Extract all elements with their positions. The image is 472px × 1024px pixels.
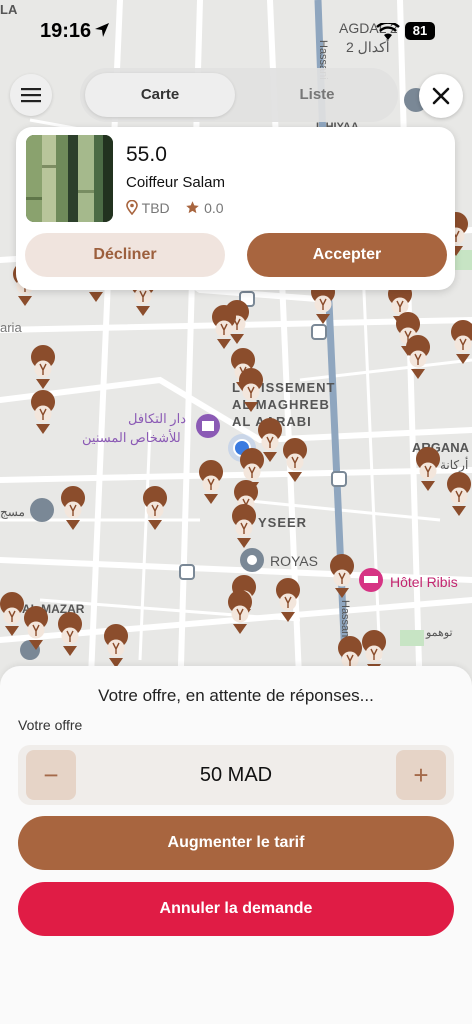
hamburger-icon	[21, 88, 41, 103]
battery-indicator: 81	[405, 22, 435, 40]
svg-text:للأشخاص المسنين: للأشخاص المسنين	[82, 429, 181, 446]
offer-price: 55.0	[126, 143, 167, 166]
salon-location: TBD	[141, 200, 170, 216]
location-pin-icon	[126, 199, 138, 216]
svg-text:Hassan: Hassan	[339, 600, 351, 637]
svg-text:YSEER: YSEER	[258, 515, 307, 530]
sheet-title: Votre offre, en attente de réponses...	[98, 686, 374, 705]
svg-text:aria: aria	[0, 320, 22, 335]
salon-rating: 0.0	[204, 200, 224, 216]
status-time: 19:16	[40, 20, 92, 42]
offer-card: 55.0 Coiffeur Salam TBD 0.0 Décliner Acc…	[16, 127, 455, 290]
svg-text:Hôtel Ribis: Hôtel Ribis	[390, 574, 458, 590]
status-bar: 19:16 81	[0, 0, 472, 60]
svg-text:توهمو: توهمو	[425, 627, 453, 639]
star-icon	[186, 201, 199, 214]
decrease-button[interactable]: −	[26, 750, 76, 800]
salon-meta: TBD 0.0	[126, 199, 224, 216]
svg-text:دار التكافل: دار التكافل	[128, 411, 186, 427]
offer-amount: 50 MAD	[199, 764, 273, 786]
accept-button[interactable]: Accepter	[247, 233, 447, 277]
increase-button[interactable]: +	[396, 750, 446, 800]
price-stepper: − 50 MAD +	[18, 745, 454, 805]
cancel-request-button[interactable]: Annuler la demande	[18, 882, 454, 936]
decline-button[interactable]: Décliner	[25, 233, 225, 277]
svg-text:أركانة: أركانة	[440, 457, 468, 472]
svg-text:ROYAS: ROYAS	[270, 553, 318, 569]
view-toggle: Carte Liste	[80, 68, 398, 122]
location-arrow-icon	[95, 23, 109, 37]
salon-name: Coiffeur Salam	[126, 174, 225, 191]
offer-label: Votre offre	[18, 717, 83, 733]
svg-text:مسج: مسج	[0, 505, 25, 519]
increase-fare-button[interactable]: Augmenter le tarif	[18, 816, 454, 870]
tab-liste[interactable]: Liste	[240, 73, 394, 117]
offer-sheet: Votre offre, en attente de réponses... V…	[0, 666, 472, 1024]
wifi-icon	[376, 23, 400, 40]
close-button[interactable]	[419, 74, 463, 118]
close-icon	[432, 87, 450, 105]
tab-carte[interactable]: Carte	[85, 73, 235, 117]
salon-thumbnail	[26, 135, 113, 222]
menu-button[interactable]	[10, 74, 52, 116]
